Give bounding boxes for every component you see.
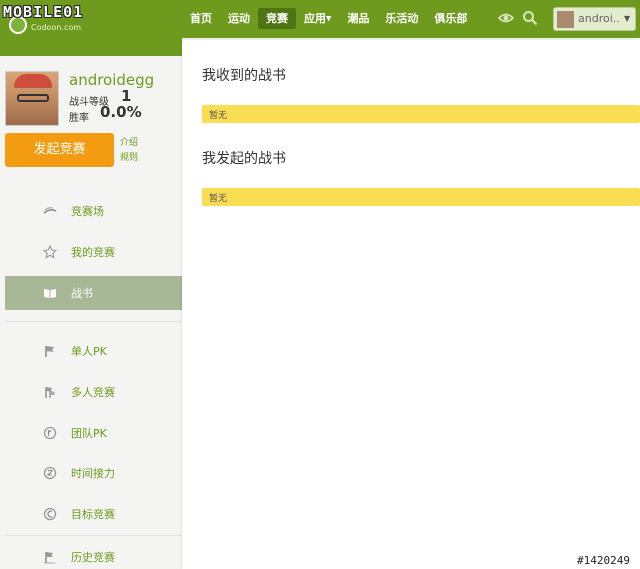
multi-flag-icon xyxy=(43,385,57,399)
logo-text: MOBILE01 xyxy=(3,3,84,21)
launch-competition-button[interactable]: 发起竞赛 xyxy=(5,133,114,167)
sidebar-divider xyxy=(5,535,182,536)
sent-empty-notice: 暂无 xyxy=(202,188,640,206)
sidebar-item-target[interactable]: 目标竞赛 xyxy=(5,497,182,531)
user-menu[interactable]: androi... ▼ xyxy=(553,7,636,31)
sidebar-item-label: 时间接力 xyxy=(71,467,115,480)
sidebar-item-time-relay[interactable]: 时间接力 xyxy=(5,456,182,490)
sidebar-item-label: 我的竞赛 xyxy=(71,246,115,259)
sidebar-item-arena[interactable]: 竞赛场 xyxy=(5,194,182,228)
watermark: #1420249 xyxy=(577,554,630,567)
search-icon[interactable] xyxy=(522,10,538,26)
nav-products[interactable]: 潮品 xyxy=(339,8,377,29)
star-icon xyxy=(42,244,58,259)
received-challenges-title: 我收到的战书 xyxy=(202,68,286,84)
sidebar-item-label: 目标竞赛 xyxy=(71,508,115,521)
team-flag-icon xyxy=(43,426,57,440)
history-flag-icon xyxy=(43,550,57,564)
main-nav: 首页 运动 竞赛 应用▼ 潮品 乐活动 俱乐部 xyxy=(182,8,475,29)
sidebar-divider xyxy=(5,321,182,322)
target-icon xyxy=(43,507,57,521)
main-panel: 我收到的战书 暂无 我发起的战书 暂无 xyxy=(182,40,640,569)
user-menu-label: androi... xyxy=(578,12,620,25)
relay-icon xyxy=(43,466,57,480)
sidebar-item-label: 多人竞赛 xyxy=(71,386,115,399)
sidebar-item-multi-player[interactable]: 多人竞赛 xyxy=(5,375,182,409)
flag-icon xyxy=(43,344,57,358)
nav-apps[interactable]: 应用▼ xyxy=(296,8,339,29)
logo-subtitle: Codoon.com xyxy=(31,23,82,32)
sidebar-item-label: 战书 xyxy=(71,287,93,300)
rules-link[interactable]: 规则 xyxy=(120,150,138,163)
sidebar: androidegg 战斗等级 1 胜率 0.0% 发起竞赛 介绍 规则 竞赛场… xyxy=(0,38,182,569)
avatar xyxy=(557,11,574,28)
sidebar-item-challenges[interactable]: 战书 xyxy=(5,276,182,310)
sent-empty-text: 暂无 xyxy=(209,194,228,204)
intro-link[interactable]: 介绍 xyxy=(120,135,138,148)
nav-clubs[interactable]: 俱乐部 xyxy=(426,8,475,29)
sidebar-item-label: 竞赛场 xyxy=(71,205,104,218)
nav-competition[interactable]: 竞赛 xyxy=(258,8,296,29)
arena-icon xyxy=(43,204,57,218)
eye-icon[interactable] xyxy=(498,10,514,26)
received-empty-notice: 暂无 xyxy=(202,105,640,123)
nav-events[interactable]: 乐活动 xyxy=(377,8,426,29)
sidebar-item-label: 团队PK xyxy=(71,427,107,440)
sidebar-item-single-pk[interactable]: 单人PK xyxy=(5,334,182,368)
nav-home[interactable]: 首页 xyxy=(182,8,220,29)
chevron-down-icon: ▼ xyxy=(624,14,631,23)
sidebar-header-strip xyxy=(0,38,182,56)
nav-apps-label: 应用 xyxy=(304,12,326,25)
site-logo[interactable]: MOBILE01 Codoon.com xyxy=(3,2,123,36)
avatar-glasses xyxy=(17,94,49,102)
top-nav-bar: MOBILE01 Codoon.com 首页 运动 竞赛 应用▼ 潮品 乐活动 … xyxy=(0,0,640,38)
book-icon xyxy=(43,286,57,300)
sidebar-item-team-pk[interactable]: 团队PK xyxy=(5,416,182,450)
chevron-down-icon: ▼ xyxy=(326,14,332,23)
sent-challenges-title: 我发起的战书 xyxy=(202,151,286,167)
nav-sport[interactable]: 运动 xyxy=(220,8,258,29)
win-rate-value: 0.0% xyxy=(100,103,142,121)
profile-username[interactable]: androidegg xyxy=(69,71,154,89)
sidebar-item-my-competitions[interactable]: 我的竞赛 xyxy=(5,235,182,269)
win-rate-label: 胜率 xyxy=(69,113,89,124)
sidebar-item-history[interactable]: 历史竞赛 xyxy=(5,540,182,569)
profile-avatar[interactable] xyxy=(5,71,59,126)
sidebar-item-label: 单人PK xyxy=(71,345,107,358)
sidebar-item-label: 历史竞赛 xyxy=(71,551,115,564)
avatar-cap xyxy=(14,74,52,88)
received-empty-text: 暂无 xyxy=(209,111,228,121)
